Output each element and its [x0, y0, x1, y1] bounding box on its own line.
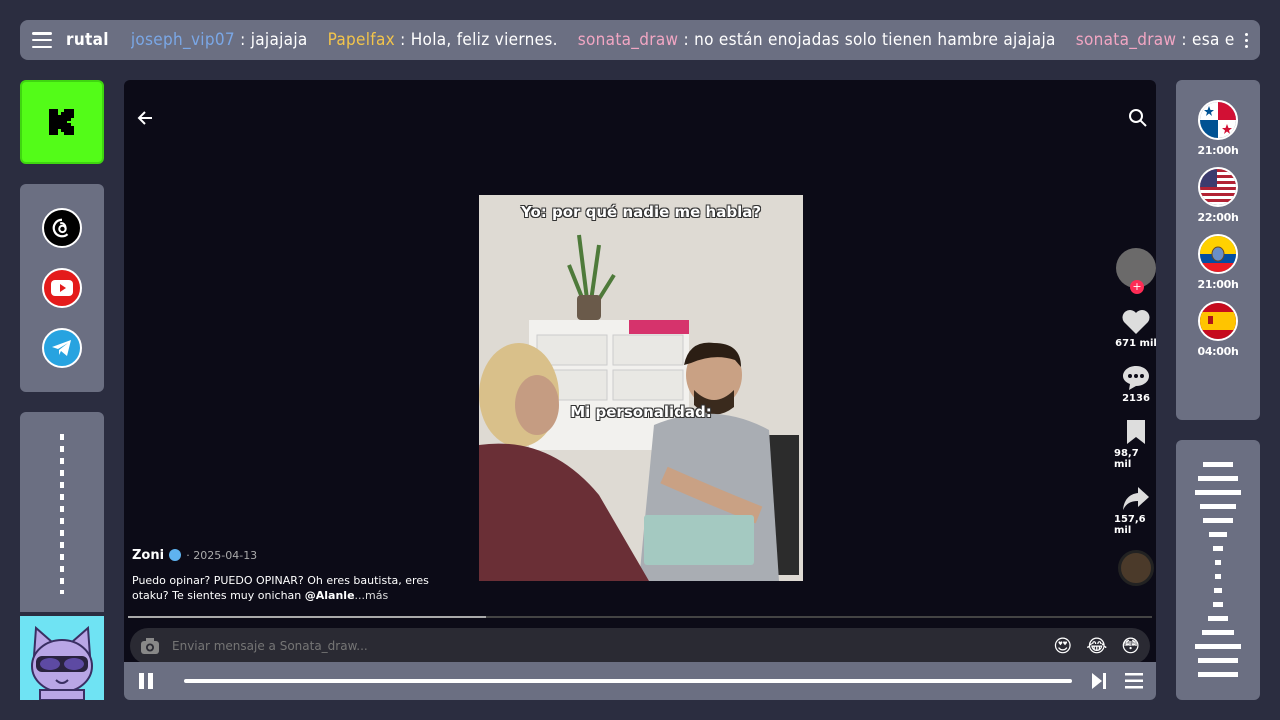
video-action-column: + 671 mil 2136 98,7 mil 157,6 mil: [1114, 248, 1156, 586]
comment-icon[interactable]: [1121, 363, 1151, 391]
bar: [1198, 658, 1238, 663]
decorative-dotted-panel: [20, 412, 104, 612]
heart-eyes-emoji-icon[interactable]: 😍: [1053, 636, 1072, 657]
bar: [1195, 490, 1241, 495]
kick-logo-icon: [49, 109, 74, 135]
flushed-emoji-icon[interactable]: 😳: [1121, 636, 1140, 657]
kick-logo: [20, 80, 104, 164]
video-scene: [479, 195, 803, 581]
usa-flag-icon: [1197, 167, 1238, 207]
video-player[interactable]: Yo: por qué nadie me habla? Mi personali…: [124, 80, 1156, 700]
post-author[interactable]: Zoni: [132, 548, 164, 563]
spain-flag-icon: [1197, 301, 1238, 341]
bar: [1215, 574, 1221, 579]
chat-message: sonata_draw : esa era yo: [1076, 30, 1235, 50]
chat-username[interactable]: joseph_vip07: [131, 30, 235, 50]
dotted-line: [60, 434, 64, 594]
hamburger-menu-icon[interactable]: [32, 32, 52, 48]
bar: [1214, 588, 1222, 593]
chat-text: : Hola, feliz viernes.: [394, 30, 558, 50]
chat-username[interactable]: sonata_draw: [1076, 30, 1177, 50]
cat-avatar: [20, 616, 104, 700]
chat-messages: joseph_vip07 : jajajaja Papelfax : Hola,…: [131, 30, 1235, 50]
bar: [1203, 518, 1233, 523]
schedule-time: 21:00h: [1197, 278, 1239, 291]
post-body: Puedo opinar? PUEDO OPINAR? Oh eres baut…: [132, 573, 452, 603]
schedule-slot: 04:00h: [1197, 301, 1239, 358]
verified-badge-icon: [169, 548, 182, 561]
chat-ticker: rutal joseph_vip07 : jajajaja Papelfax :…: [20, 20, 1260, 60]
laughing-emoji-icon[interactable]: 😂: [1086, 636, 1107, 657]
bar: [1200, 504, 1236, 509]
caption-middle: Mi personalidad:: [570, 403, 712, 421]
camera-icon[interactable]: [140, 637, 160, 655]
chat-text: : no están enojadas solo tienen hambre a…: [678, 30, 1056, 50]
youtube-icon[interactable]: [42, 268, 82, 308]
playback-track[interactable]: [184, 679, 1072, 683]
ecuador-flag-icon: [1197, 234, 1238, 274]
bar: [1198, 476, 1238, 481]
video-frame[interactable]: Yo: por qué nadie me habla? Mi personali…: [479, 195, 803, 581]
music-disc-icon[interactable]: [1118, 550, 1154, 586]
telegram-icon[interactable]: [42, 328, 82, 368]
search-icon[interactable]: [1128, 108, 1148, 128]
stream-schedule: 21:00h 22:00h 21:00h 04:00h: [1176, 80, 1260, 420]
chat-username[interactable]: Papelfax: [328, 30, 395, 50]
follow-plus-icon[interactable]: +: [1130, 280, 1144, 294]
more-options-icon[interactable]: [1235, 32, 1248, 48]
message-input[interactable]: [172, 639, 1040, 653]
bar: [1213, 602, 1223, 607]
chat-message: sonata_draw : no están enojadas solo tie…: [578, 30, 1056, 50]
message-bar: 😍 😂 😳: [130, 628, 1150, 664]
post-description: Zoni · 2025-04-13 Puedo opinar? PUEDO OP…: [132, 544, 452, 603]
creator-avatar[interactable]: +: [1116, 248, 1156, 294]
skip-next-icon[interactable]: [1090, 671, 1108, 691]
schedule-slot: 21:00h: [1197, 234, 1239, 291]
post-date: · 2025-04-13: [186, 549, 258, 562]
bar: [1203, 462, 1233, 467]
share-icon[interactable]: [1121, 484, 1151, 512]
schedule-time: 22:00h: [1197, 211, 1239, 224]
comments-count: 2136: [1122, 393, 1150, 404]
schedule-slot: 22:00h: [1197, 167, 1239, 224]
chat-message: Papelfax : Hola, feliz viernes.: [328, 30, 558, 50]
panama-flag-icon: [1197, 100, 1238, 140]
bar: [1213, 546, 1223, 551]
schedule-slot: 21:00h: [1197, 100, 1239, 157]
bar: [1208, 616, 1228, 621]
bar: [1209, 532, 1227, 537]
social-links-panel: [20, 184, 104, 392]
mention-link[interactable]: @Alanle: [305, 589, 355, 602]
chat-message: joseph_vip07 : jajajaja: [131, 30, 308, 50]
decorative-bars-panel: [1176, 440, 1260, 700]
bar: [1195, 644, 1241, 649]
video-progress-bar[interactable]: [128, 616, 1152, 618]
schedule-time: 21:00h: [1197, 144, 1239, 157]
heart-icon[interactable]: [1121, 308, 1151, 336]
bookmark-icon[interactable]: [1124, 418, 1148, 446]
bar: [1202, 630, 1234, 635]
channel-name: rutal: [66, 30, 109, 50]
bar: [1215, 560, 1221, 565]
video-progress-fill: [128, 616, 486, 618]
chat-text: : jajajaja: [234, 30, 308, 50]
chat-username[interactable]: sonata_draw: [578, 30, 679, 50]
player-controls: [124, 662, 1156, 700]
playlist-menu-icon[interactable]: [1124, 672, 1144, 690]
chat-text: : esa era yo: [1181, 30, 1235, 50]
schedule-time: 04:00h: [1197, 345, 1239, 358]
bar: [1198, 672, 1238, 677]
caption-top: Yo: por qué nadie me habla?: [520, 203, 762, 221]
more-link[interactable]: ...más: [355, 589, 389, 602]
likes-count: 671 mil: [1115, 338, 1156, 349]
threads-icon[interactable]: [42, 208, 82, 248]
back-arrow-icon[interactable]: [136, 108, 156, 128]
pause-icon[interactable]: [136, 671, 156, 691]
saves-count: 98,7 mil: [1114, 448, 1139, 470]
shares-count: 157,6 mil: [1114, 514, 1146, 536]
